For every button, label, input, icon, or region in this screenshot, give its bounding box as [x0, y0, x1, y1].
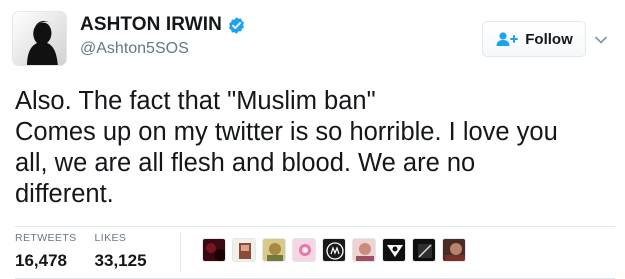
tweet-header: ASHTON IRWIN @Ashton5SOS Follow [0, 0, 625, 80]
chevron-down-icon[interactable] [594, 32, 608, 44]
retweets-label: RETWEETS [15, 232, 77, 244]
retweets-count: 16,478 [15, 251, 67, 270]
stats-separator [180, 232, 181, 272]
liker-avatar[interactable] [202, 238, 226, 262]
follow-button[interactable]: Follow [482, 21, 586, 57]
user-handle[interactable]: @Ashton5SOS [80, 40, 246, 58]
follow-label: Follow [525, 30, 573, 48]
divider [15, 226, 615, 227]
likes-stat[interactable]: LIKES 33,125 [95, 232, 147, 272]
display-name[interactable]: ASHTON IRWIN [80, 14, 222, 36]
liker-avatar[interactable] [352, 238, 376, 262]
avatar[interactable] [12, 11, 67, 66]
liker-avatars [202, 238, 472, 262]
add-user-icon [495, 31, 519, 47]
likes-label: LIKES [94, 232, 127, 244]
display-name-row: ASHTON IRWIN [80, 12, 246, 38]
liker-avatar[interactable] [292, 238, 316, 262]
liker-avatar[interactable] [322, 238, 346, 262]
liker-avatar[interactable] [232, 238, 256, 262]
retweets-stat[interactable]: RETWEETS 16,478 [15, 232, 77, 272]
liker-avatar[interactable] [262, 238, 286, 262]
liker-avatar[interactable] [442, 238, 466, 262]
liker-avatar[interactable] [412, 238, 436, 262]
verified-badge-icon [227, 16, 246, 35]
user-names: ASHTON IRWIN @Ashton5SOS [80, 12, 246, 58]
likes-count: 33,125 [94, 251, 147, 270]
liker-avatar[interactable] [382, 238, 406, 262]
tweet-text: Also. The fact that "Muslim ban" Comes u… [15, 87, 558, 208]
tweet-stats: RETWEETS 16,478 LIKES 33,125 [15, 232, 147, 272]
